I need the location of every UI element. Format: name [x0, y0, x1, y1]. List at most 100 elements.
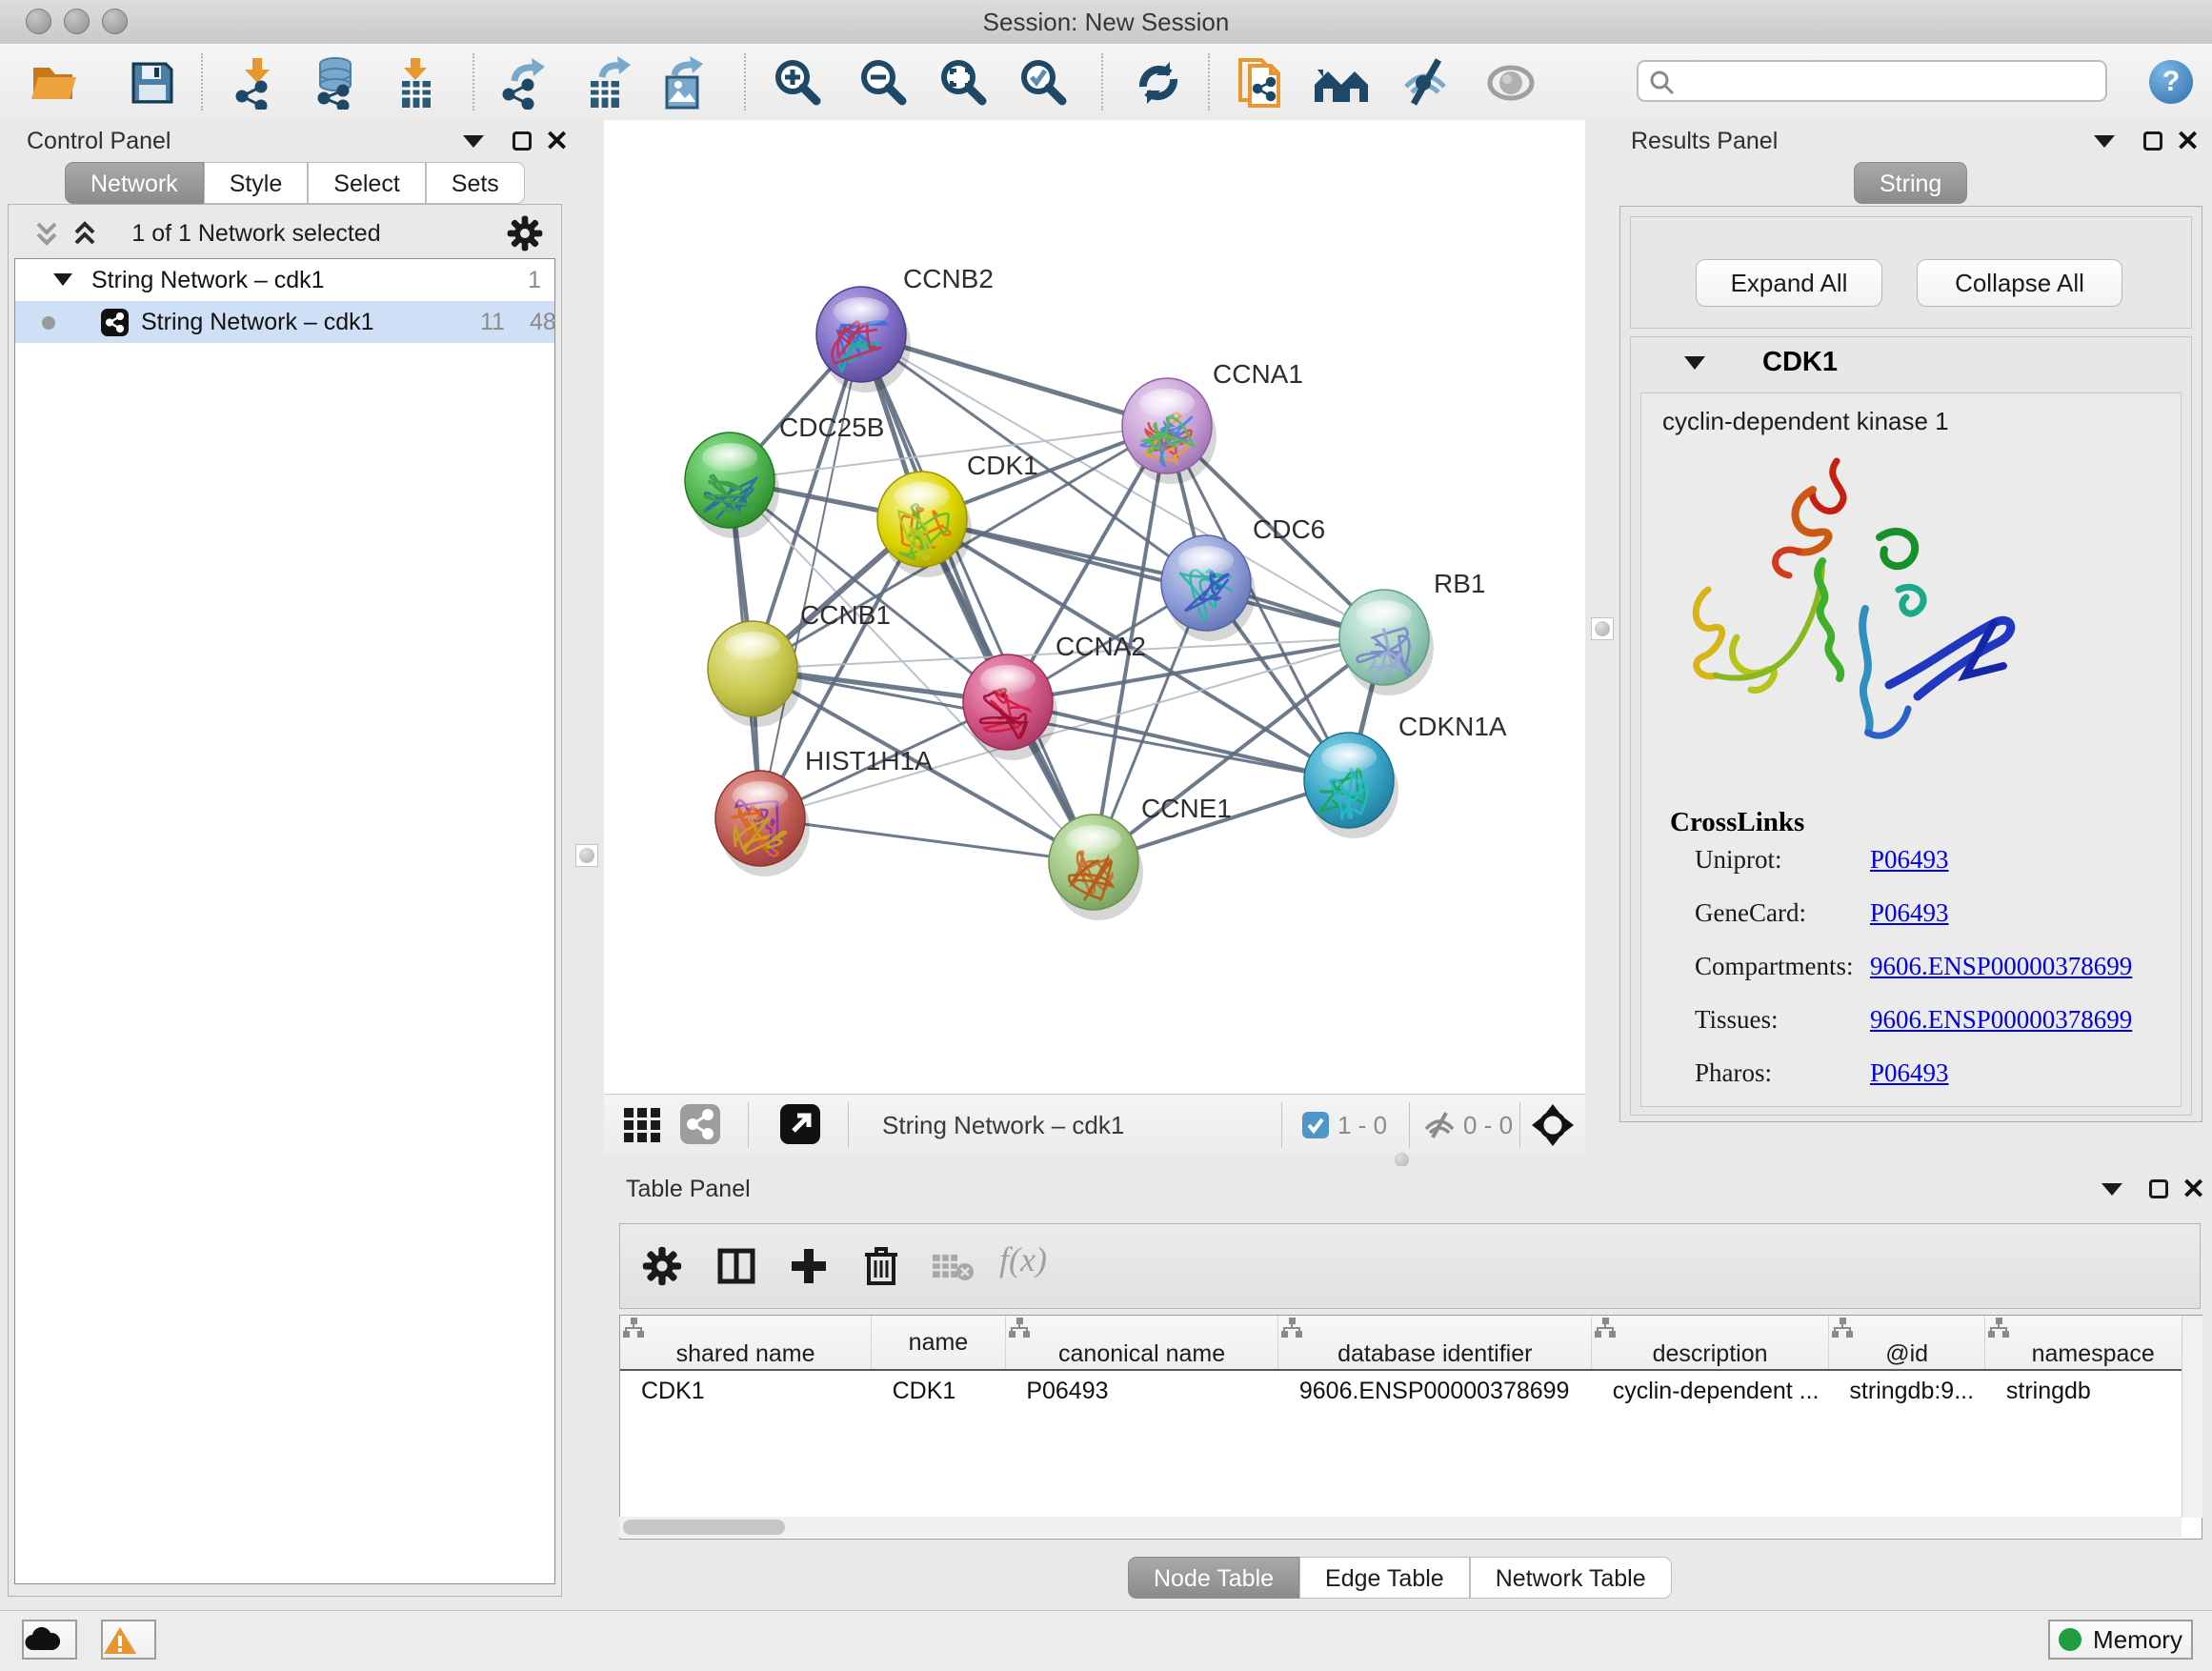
left-splitter[interactable] [570, 120, 604, 1155]
zoom-out-icon[interactable] [857, 56, 911, 110]
zoom-in-icon[interactable] [772, 56, 825, 110]
network-node-ccna2[interactable] [963, 654, 1057, 760]
tab-network[interactable]: Network [65, 162, 204, 204]
network-edge-ccnb2-ccne1[interactable] [861, 334, 1094, 862]
column-header-label: name [909, 1329, 969, 1356]
panel-menu-icon[interactable] [2094, 135, 2115, 148]
import-network-icon[interactable] [231, 56, 284, 110]
toolbar-separator [748, 1102, 749, 1148]
gene-expander-icon[interactable] [1684, 356, 1705, 370]
export-image-icon[interactable] [657, 56, 711, 110]
warning-button[interactable] [101, 1620, 156, 1660]
network-node-hist1h1a[interactable] [715, 771, 810, 876]
open-session-icon[interactable] [29, 56, 82, 110]
column-header-canonical-name[interactable]: canonical name [1005, 1316, 1278, 1370]
column-header-name[interactable]: name [872, 1316, 1006, 1370]
tab-sets[interactable]: Sets [426, 162, 525, 204]
crosslink-tissues[interactable]: 9606.ENSP00000378699 [1870, 1005, 2132, 1035]
panel-close-icon[interactable]: ✕ [545, 131, 569, 152]
network-node-ccnb2[interactable] [816, 287, 911, 393]
network-row[interactable]: String Network – cdk1 11 48 [15, 301, 554, 343]
crosslink-compartments[interactable]: 9606.ENSP00000378699 [1870, 952, 2132, 981]
panel-close-icon[interactable]: ✕ [2182, 1179, 2205, 1200]
table-row[interactable]: CDK1CDK1P064939606.ENSP00000378699cyclin… [620, 1370, 2202, 1413]
network-node-ccne1[interactable] [1049, 815, 1143, 920]
save-session-icon[interactable] [126, 56, 179, 110]
column-header-description[interactable]: description [1592, 1316, 1829, 1370]
search-input[interactable] [1684, 64, 2098, 100]
refresh-icon[interactable] [1132, 56, 1185, 110]
network-edge-ccna2-cdkn1a[interactable] [1008, 702, 1349, 780]
share-document-icon[interactable] [1235, 56, 1288, 110]
table-vertical-scrollbar[interactable] [2182, 1316, 2202, 1518]
window-title: Session: New Session [0, 8, 2212, 37]
tab-style[interactable]: Style [204, 162, 309, 204]
tab-node-table[interactable]: Node Table [1128, 1557, 1299, 1599]
network-node-cdc6[interactable] [1161, 535, 1256, 641]
show-columns-icon[interactable] [715, 1245, 757, 1287]
column-header-namespace[interactable]: namespace [1985, 1316, 2202, 1370]
selected-checkbox-icon[interactable] [1302, 1112, 1329, 1138]
column-header-database-identifier[interactable]: database identifier [1278, 1316, 1592, 1370]
panel-menu-icon[interactable] [2101, 1183, 2122, 1196]
node-label-cdc25b: CDC25B [779, 413, 884, 442]
panel-float-icon[interactable] [513, 131, 532, 151]
network-options-gear-icon[interactable] [506, 214, 544, 252]
hide-graphics-details-icon[interactable] [1400, 56, 1454, 110]
table-options-gear-icon[interactable] [641, 1245, 683, 1287]
cloud-button[interactable] [22, 1620, 77, 1660]
network-canvas[interactable]: CCNB2CCNA1CDC25BCDK1CDC6RB1CCNB1CCNA2CDK… [604, 120, 1585, 1094]
left-splitter-handle[interactable] [575, 844, 598, 867]
import-network-from-database-icon[interactable] [307, 56, 360, 110]
right-splitter-handle[interactable] [1591, 617, 1614, 640]
import-table-icon[interactable] [389, 56, 442, 110]
add-column-icon[interactable] [788, 1245, 830, 1287]
crosslink-uniprot[interactable]: P06493 [1870, 845, 1949, 875]
detach-view-icon[interactable] [780, 1104, 820, 1144]
crosslink-pharos[interactable]: P06493 [1870, 1058, 1949, 1088]
gene-section-header[interactable]: CDK1 [1631, 337, 2191, 389]
grid-view-icon[interactable] [622, 1104, 664, 1146]
expand-all-button[interactable]: Expand All [1696, 259, 1882, 307]
tab-edge-table[interactable]: Edge Table [1299, 1557, 1470, 1599]
table-horizontal-scrollbar[interactable] [619, 1517, 2182, 1538]
network-edge-hist1h1a-ccne1[interactable] [760, 818, 1094, 862]
warning-icon [103, 1625, 137, 1656]
zoom-selected-icon[interactable] [1017, 56, 1071, 110]
delete-column-icon[interactable] [860, 1243, 902, 1287]
help-icon[interactable]: ? [2149, 60, 2193, 104]
network-node-cdk1[interactable] [877, 472, 972, 577]
birdseye-view-icon[interactable] [1531, 1103, 1575, 1147]
panel-menu-icon[interactable] [463, 135, 484, 148]
memory-button[interactable]: Memory [2048, 1620, 2193, 1660]
tab-network-table[interactable]: Network Table [1470, 1557, 1672, 1599]
zoom-fit-icon[interactable] [937, 56, 991, 110]
panel-float-icon[interactable] [2143, 131, 2162, 151]
network-node-cdkn1a[interactable] [1304, 733, 1398, 838]
column-header-label: canonical name [1058, 1340, 1225, 1367]
network-node-ccna1[interactable] [1122, 378, 1217, 484]
tab-select[interactable]: Select [308, 162, 425, 204]
network-node-cdc25b[interactable] [685, 433, 779, 538]
right-splitter[interactable] [1585, 120, 1619, 1166]
crosslink-genecard[interactable]: P06493 [1870, 898, 1949, 928]
network-collection-row[interactable]: String Network – cdk1 1 [15, 259, 554, 301]
network-node-rb1[interactable] [1339, 590, 1434, 695]
column-header-shared-name[interactable]: shared name [620, 1316, 872, 1370]
gene-description: cyclin-dependent kinase 1 [1662, 407, 1949, 436]
network-view-icon[interactable] [680, 1104, 720, 1144]
column-header-id[interactable]: @id [1828, 1316, 1984, 1370]
horizontal-splitter-handle[interactable] [1395, 1153, 1409, 1167]
panel-close-icon[interactable]: ✕ [2176, 131, 2200, 152]
hidden-node-edge-counts: 0 - 0 [1463, 1095, 1513, 1156]
attribute-type-icon [1279, 1317, 1304, 1339]
panel-float-icon[interactable] [2149, 1179, 2168, 1198]
scrollbar-thumb[interactable] [623, 1520, 785, 1535]
toolbar-separator [1519, 1102, 1520, 1148]
collection-expander-icon[interactable] [53, 273, 72, 286]
export-table-icon[interactable] [583, 56, 636, 110]
export-network-icon[interactable] [499, 56, 553, 110]
home-networks-icon[interactable] [1313, 56, 1366, 110]
collapse-all-button[interactable]: Collapse All [1917, 259, 2122, 307]
tab-string[interactable]: String [1854, 162, 1967, 204]
